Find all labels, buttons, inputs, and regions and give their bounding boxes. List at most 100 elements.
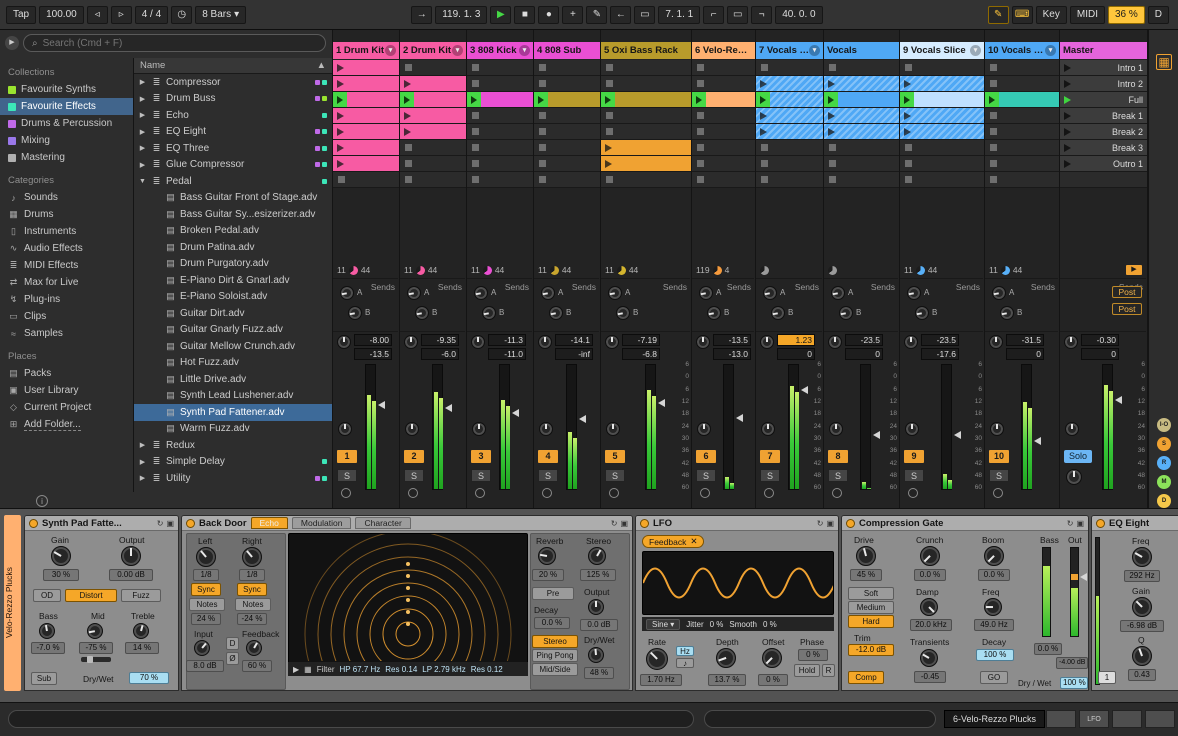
clip-slot[interactable] <box>467 156 533 172</box>
fuzz-mode-button[interactable]: Fuzz <box>121 589 161 602</box>
hp-freq-value[interactable]: HP 67.7 Hz <box>340 665 381 674</box>
clip-stop-button[interactable] <box>539 160 546 167</box>
clip-slot[interactable] <box>756 76 823 92</box>
clip-stop-button[interactable] <box>472 176 479 183</box>
echo-tunnel-display[interactable] <box>288 533 528 676</box>
fader-handle[interactable] <box>378 401 385 409</box>
secondary-display[interactable] <box>704 710 936 728</box>
map-target-button[interactable]: Feedback✕ <box>642 535 704 548</box>
scene-launch-icon[interactable] <box>1064 160 1071 168</box>
pan-knob[interactable] <box>989 335 1003 349</box>
loop-start-field[interactable]: 7. 1. 1 <box>658 6 700 24</box>
crunch-value[interactable]: 0.0 % <box>914 569 946 581</box>
clip-slot[interactable] <box>333 172 399 188</box>
clip-stop-button[interactable] <box>990 64 997 71</box>
bass-value[interactable]: -7.0 % <box>31 642 65 654</box>
clip-slot[interactable] <box>400 92 466 108</box>
treble-value[interactable]: 14 % <box>125 642 159 654</box>
left-offset-value[interactable]: 24 % <box>191 613 221 625</box>
solo-button[interactable]: S <box>696 469 716 482</box>
clip-stop-button[interactable] <box>761 160 768 167</box>
automation-arm-button[interactable]: ✎ <box>586 6 607 24</box>
record-button[interactable]: ● <box>538 6 559 24</box>
od-mode-button[interactable]: OD <box>33 589 61 602</box>
clip-slot[interactable] <box>900 92 984 108</box>
secondary-pan-knob[interactable] <box>472 422 486 436</box>
phase-invert-button[interactable]: Ø <box>226 652 239 665</box>
medium-mode-button[interactable]: Medium <box>848 601 894 614</box>
send-a-knob[interactable] <box>541 286 555 300</box>
clip-slot[interactable] <box>467 92 533 108</box>
soft-mode-button[interactable]: Soft <box>848 587 894 600</box>
track-activator-button[interactable]: 5 <box>605 450 625 463</box>
browser-item-synth-pad-fattener-adv[interactable]: ▤Synth Pad Fattener.adv <box>134 404 332 421</box>
filter-display-icon[interactable]: ▦ <box>304 665 312 674</box>
browser-list-header[interactable]: Name▲ <box>134 58 332 74</box>
browser-item-bass-guitar-front-of-stage-adv[interactable]: ▤Bass Guitar Front of Stage.adv <box>134 190 332 207</box>
clip-stop-button[interactable] <box>761 176 768 183</box>
sidebar-item-plug-ins[interactable]: ↯Plug-ins <box>0 291 133 308</box>
freq-value[interactable]: 49.0 Hz <box>974 619 1014 631</box>
scene-slot[interactable] <box>1060 172 1147 188</box>
browser-item-guitar-mellow-crunch-adv[interactable]: ▤Guitar Mellow Crunch.adv <box>134 338 332 355</box>
back-to-arrangement-button[interactable]: ▶ <box>1126 265 1142 275</box>
clip-slot[interactable] <box>467 140 533 156</box>
track-menu-icon[interactable]: ▾ <box>1045 45 1056 56</box>
disclosure-closed-icon[interactable]: ▶ <box>138 441 147 449</box>
clip-stop-button[interactable] <box>990 144 997 151</box>
track-activator-button[interactable]: 9 <box>904 450 924 463</box>
sidebar-item-add-folder[interactable]: ⊞Add Folder... <box>0 416 133 433</box>
preview-circle[interactable] <box>908 488 918 498</box>
tab-character[interactable]: Character <box>355 517 410 529</box>
mid-freq-slider[interactable] <box>81 657 111 662</box>
clip-slot[interactable] <box>824 140 899 156</box>
dry-wet-value[interactable]: 100 % <box>1060 677 1088 689</box>
clip-slot[interactable] <box>985 60 1059 76</box>
transients-value[interactable]: -0.45 <box>914 671 946 683</box>
device-title[interactable]: Back Door <box>199 518 247 529</box>
send-b-knob[interactable] <box>771 306 785 320</box>
gain-value[interactable]: -6.98 dB <box>1120 620 1164 632</box>
send-a-knob[interactable] <box>474 286 488 300</box>
clip-slot[interactable] <box>900 76 984 92</box>
save-preset-icon[interactable]: ▣ <box>620 519 628 528</box>
browser-item-eq-eight[interactable]: ▶≣EQ Eight <box>134 124 332 141</box>
hot-swap-icon[interactable]: ↻ <box>611 519 618 528</box>
out-fader-handle[interactable] <box>1080 573 1087 581</box>
browser-item-drum-patina-adv[interactable]: ▤Drum Patina.adv <box>134 239 332 256</box>
output-knob[interactable] <box>121 546 141 566</box>
tempo-field[interactable]: 100.00 <box>39 6 84 24</box>
pan-knob[interactable] <box>828 335 842 349</box>
right-sync-mode-menu[interactable]: Notes <box>235 598 271 611</box>
volume-value[interactable]: -11.3 <box>488 334 526 346</box>
q-value[interactable]: 0.43 <box>1128 669 1156 681</box>
volume-value[interactable]: -23.5 <box>921 334 959 346</box>
right-division-value[interactable]: 1/8 <box>239 569 265 581</box>
clip-slot[interactable] <box>534 172 600 188</box>
track-activator-button[interactable]: 10 <box>989 450 1009 463</box>
track-activator-button[interactable]: 7 <box>760 450 780 463</box>
secondary-pan-knob[interactable] <box>338 422 352 436</box>
clip-stop-button[interactable] <box>539 176 546 183</box>
clip-slot[interactable] <box>692 60 755 76</box>
sub-button[interactable]: Sub <box>31 672 57 685</box>
sidebar-item-sounds[interactable]: ♪Sounds <box>0 189 133 206</box>
clip-slot[interactable] <box>900 156 984 172</box>
clip-stop-button[interactable] <box>697 64 704 71</box>
punch-out-button[interactable]: ¬ <box>751 6 772 24</box>
clip-slot[interactable] <box>900 140 984 156</box>
browser-item-little-drive-adv[interactable]: ▤Little Drive.adv <box>134 371 332 388</box>
browser-item-bass-guitar-sy-esizerizer-adv[interactable]: ▤Bass Guitar Sy...esizerizer.adv <box>134 206 332 223</box>
clip-slot[interactable] <box>333 124 399 140</box>
scene-slot[interactable]: Break 2 <box>1060 124 1147 140</box>
sidebar-item-user-library[interactable]: ▣User Library <box>0 382 133 399</box>
clip-slot[interactable] <box>756 60 823 76</box>
rate-hz-button[interactable]: Hz <box>676 646 694 656</box>
fader-handle[interactable] <box>579 415 586 423</box>
track-menu-icon[interactable]: ▾ <box>970 45 981 56</box>
clip-stop-button[interactable] <box>990 112 997 119</box>
scene-launch-icon[interactable] <box>1064 144 1071 152</box>
stereo-width-knob[interactable] <box>588 547 606 565</box>
mid-knob[interactable] <box>87 623 103 639</box>
track-menu-icon[interactable]: ▾ <box>809 45 820 56</box>
